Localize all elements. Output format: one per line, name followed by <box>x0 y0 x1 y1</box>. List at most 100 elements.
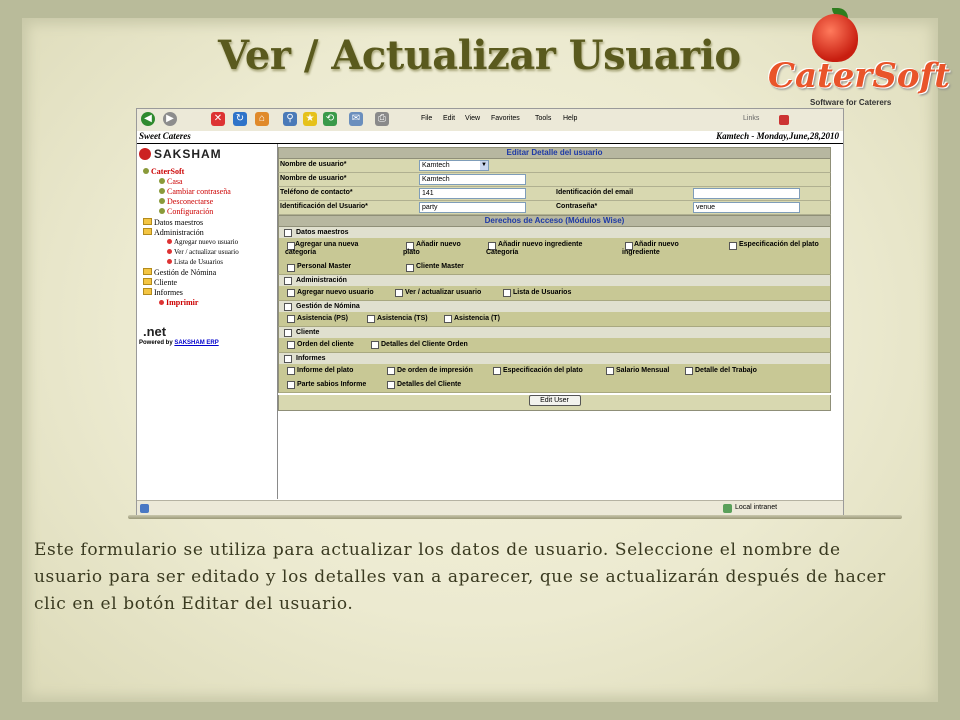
nav-catersoft[interactable]: CaterSoft <box>143 167 184 176</box>
menu-edit[interactable]: Edit <box>443 115 455 122</box>
checkbox-gestion-nomina[interactable] <box>284 303 292 311</box>
checkbox-informes[interactable] <box>284 355 292 363</box>
userid-field[interactable]: party <box>419 202 526 213</box>
username-select[interactable]: Kamtech ▼ <box>419 160 489 171</box>
option-anadir-ingrediente: Añadir nuevo ingrediente <box>622 241 679 256</box>
mail-icon[interactable]: ✉ <box>349 112 363 126</box>
chevron-down-icon[interactable]: ▼ <box>480 161 488 170</box>
checkbox-detalles-cliente[interactable] <box>387 381 395 389</box>
nav-datos-maestros[interactable]: Datos maestros <box>143 218 203 227</box>
saksham-brand: SAKSHAM <box>154 147 222 161</box>
history-icon[interactable]: ⟲ <box>323 112 337 126</box>
checkbox-asistencia-ts[interactable] <box>367 315 375 323</box>
username-select-label: Nombre de usuario* <box>280 161 347 168</box>
nav-gestion-nomina[interactable]: Gestión de Nómina <box>143 268 216 277</box>
button-row: Edit User <box>278 395 831 411</box>
checkbox-lista-usuarios[interactable] <box>503 289 511 297</box>
menu-favorites[interactable]: Favorites <box>491 115 520 122</box>
screenshot-shadow-bar <box>128 515 902 519</box>
access-rights-header: Derechos de Acceso (Módulos Wise) <box>278 215 831 227</box>
forward-icon[interactable]: ▶ <box>163 112 177 126</box>
home-icon[interactable]: ⌂ <box>255 112 269 126</box>
checkbox-salario-mensual[interactable] <box>606 367 614 375</box>
logo-tagline: Software for Caterers <box>810 98 892 107</box>
nav-desconectarse[interactable]: Desconectarse <box>159 197 213 206</box>
menu-help[interactable]: Help <box>563 115 577 122</box>
back-icon[interactable]: ◀ <box>141 112 155 126</box>
bullet-icon <box>167 259 172 264</box>
nav-agregar-usuario[interactable]: Agregar nuevo usuario <box>167 238 238 246</box>
option-lista-usuarios: Lista de Usuarios <box>513 289 572 296</box>
nav-configuracion[interactable]: Configuración <box>159 207 213 216</box>
section-datos-options: Agregar una nueva categoría Añadir nuevo… <box>278 238 831 275</box>
browser-screenshot: ◀ ▶ ✕ ↻ ⌂ ⚲ ★ ⟲ ✉ ⎙ File Edit View Favor… <box>136 108 844 516</box>
nav-ver-actualizar-usuario[interactable]: Ver / actualizar usuario <box>167 248 239 256</box>
option-asistencia-ts: Asistencia (TS) <box>377 315 428 322</box>
edit-user-button[interactable]: Edit User <box>528 395 581 406</box>
bullet-icon <box>159 300 164 305</box>
checkbox-asistencia-t[interactable] <box>444 315 452 323</box>
nav-casa[interactable]: Casa <box>159 177 183 186</box>
checkbox-orden-impresion[interactable] <box>387 367 395 375</box>
folder-icon <box>143 288 152 295</box>
saksham-erp-link[interactable]: SAKSHAM ERP <box>174 340 218 346</box>
row-username: Nombre de usuario* Kamtech <box>278 173 831 187</box>
checkbox-cliente[interactable] <box>284 329 292 337</box>
option-cliente-master: Cliente Master <box>416 263 464 270</box>
favorites-icon[interactable]: ★ <box>303 112 317 126</box>
row-username-select: Nombre de usuario* Kamtech ▼ <box>278 159 831 173</box>
section-admin-options: Agregar nuevo usuario Ver / actualizar u… <box>278 286 831 301</box>
nav-cambiar-contrasena[interactable]: Cambiar contraseña <box>159 187 231 196</box>
link-node-icon <box>159 208 165 214</box>
menu-file[interactable]: File <box>421 115 432 122</box>
email-label: Identificación del email <box>556 189 634 196</box>
refresh-icon[interactable]: ↻ <box>233 112 247 126</box>
option-agregar-categoria: Agregar una nueva categoría <box>285 241 359 256</box>
nav-cliente[interactable]: Cliente <box>143 278 177 287</box>
stop-icon[interactable]: ✕ <box>211 112 225 126</box>
checkbox-cliente-master[interactable] <box>406 264 414 272</box>
option-detalles-cliente-orden: Detalles del Cliente Orden <box>381 341 468 348</box>
page-header-bar: Sweet Cateres Kamtech - Monday,June,28,2… <box>137 131 843 144</box>
menu-view[interactable]: View <box>465 115 480 122</box>
checkbox-datos-maestros[interactable] <box>284 229 292 237</box>
checkbox-detalles-cliente-orden[interactable] <box>371 341 379 349</box>
folder-icon <box>143 278 152 285</box>
checkbox-agregar-usuario[interactable] <box>287 289 295 297</box>
links-label[interactable]: Links <box>743 115 759 122</box>
row-phone-email: Teléfono de contacto* 141 Identificación… <box>278 187 831 201</box>
checkbox-detalle-trabajo[interactable] <box>685 367 693 375</box>
checkbox-informe-plato[interactable] <box>287 367 295 375</box>
option-orden-impresion: De orden de impresión <box>397 367 473 374</box>
phone-label: Teléfono de contacto* <box>280 189 353 196</box>
section-cliente: Cliente <box>278 327 831 338</box>
option-ver-actualizar-usuario: Ver / actualizar usuario <box>405 289 482 296</box>
checkbox-administracion[interactable] <box>284 277 292 285</box>
menu-tools[interactable]: Tools <box>535 115 551 122</box>
search-icon[interactable]: ⚲ <box>283 112 297 126</box>
option-agregar-usuario: Agregar nuevo usuario <box>297 289 374 296</box>
option-orden-cliente: Orden del cliente <box>297 341 354 348</box>
checkbox-asistencia-ps[interactable] <box>287 315 295 323</box>
option-anadir-ingrediente-categoria: Añadir nuevo ingrediente Categoría <box>486 241 583 256</box>
checkbox-ver-actualizar-usuario[interactable] <box>395 289 403 297</box>
username-field[interactable]: Kamtech <box>419 174 526 185</box>
checkbox-especificacion-plato-informe[interactable] <box>493 367 501 375</box>
nav-administracion[interactable]: Administración <box>143 228 204 237</box>
nav-lista-usuarios[interactable]: Lista de Usuarios <box>167 258 223 266</box>
checkbox-parte-sabios[interactable] <box>287 381 295 389</box>
folder-icon <box>143 268 152 275</box>
site-name: Sweet Cateres <box>139 131 191 141</box>
email-field[interactable] <box>693 188 800 199</box>
nav-informes[interactable]: Informes <box>143 288 183 297</box>
section-administracion: Administración <box>278 275 831 286</box>
link-node-icon <box>159 178 165 184</box>
phone-field[interactable]: 141 <box>419 188 526 199</box>
section-nomina-options: Asistencia (PS) Asistencia (TS) Asistenc… <box>278 312 831 327</box>
nav-imprimir[interactable]: Imprimir <box>159 298 198 307</box>
checkbox-personal-master[interactable] <box>287 264 295 272</box>
print-icon[interactable]: ⎙ <box>375 112 389 126</box>
option-asistencia-t: Asistencia (T) <box>454 315 500 322</box>
password-field[interactable]: venue <box>693 202 800 213</box>
checkbox-orden-cliente[interactable] <box>287 341 295 349</box>
